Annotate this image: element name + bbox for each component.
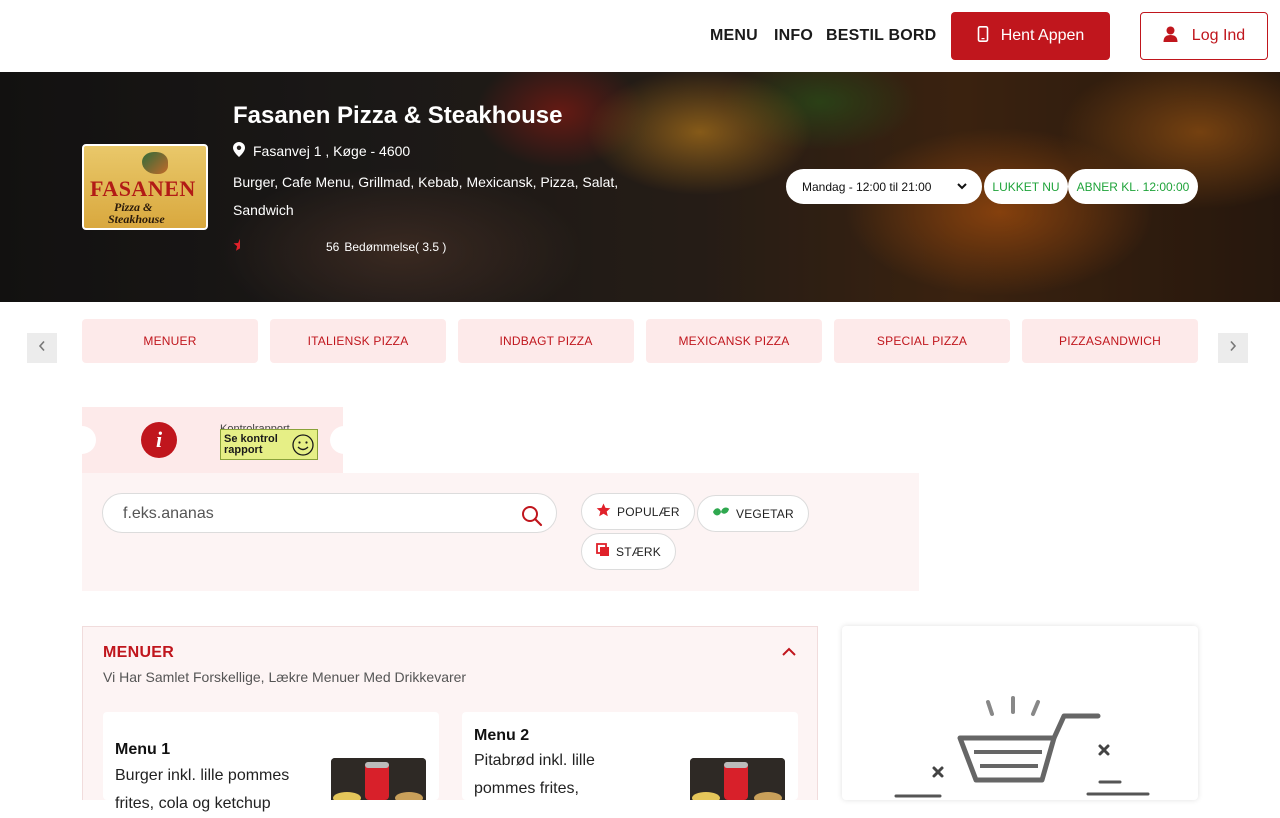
restaurant-address: Fasanvej 1 , Køge - 4600 [233,142,410,160]
filter-vegetarian-button[interactable]: VEGETAR [697,495,809,532]
category-scroll-left-button[interactable] [27,333,57,363]
top-navigation-bar: MENU INFO BESTIL BORD Hent Appen Log Ind [0,0,1280,72]
info-icon[interactable]: i [141,422,177,458]
menu-item-description: Pitabrød inkl. lille pommes frites, [474,747,595,803]
category-tab-indbagt-pizza[interactable]: INDBAGT PIZZA [458,319,634,363]
review-count: 56 [326,239,340,254]
closed-now-badge: LUKKET NU [984,169,1068,204]
address-text: Fasanvej 1 , Køge - 4600 [253,143,411,159]
opening-hours-select[interactable]: Mandag - 12:00 til 21:00 [786,169,982,204]
login-button[interactable]: Log Ind [1140,12,1268,60]
restaurant-logo: FASANEN Pizza & Steakhouse [82,144,208,230]
rating-label: Bedømmelse( 3.5 ) [344,239,447,254]
category-tab-italiensk-pizza[interactable]: ITALIENSK PIZZA [270,319,446,363]
filter-vegetarian-label: VEGETAR [736,506,794,521]
kontrol-badge-line2: rapport [224,443,263,456]
restaurant-name: Fasanen Pizza & Steakhouse [233,102,563,129]
rating-stars [233,238,326,255]
nav-info-link[interactable]: INFO [774,27,813,45]
logo-text-sub2: Steakhouse [108,212,165,226]
mobile-phone-icon [977,25,989,47]
opening-hours-value: Mandag - 12:00 til 21:00 [802,179,932,194]
nav-menu-link[interactable]: MENU [710,27,758,45]
nav-book-table-link[interactable]: BESTIL BORD [826,27,936,45]
menu-item-description-line1: Burger inkl. lille pommes [115,767,290,784]
menu-item-description-line2: frites, cola og ketchup [115,795,271,812]
search-field[interactable] [102,493,557,533]
shopping-cart-panel [842,626,1198,800]
menu-section-title: MENUER [103,644,175,661]
filter-popular-button[interactable]: POPULÆR [581,493,695,530]
search-icon[interactable] [521,505,543,532]
empty-cart-icon [892,694,1152,805]
chili-icon [596,543,610,560]
menu-item-description: Burger inkl. lille pommes frites, cola o… [115,762,289,818]
login-label: Log Ind [1191,27,1246,44]
leaf-icon [712,506,730,521]
cuisine-list: Burger, Cafe Menu, Grillmad, Kebab, Mexi… [233,174,619,218]
opens-at-badge: ABNER KL. 12:00:00 [1068,169,1198,204]
menu-item-card[interactable]: Menu 2 Pitabrød inkl. lille pommes frite… [462,712,798,800]
chevron-right-icon [1229,339,1237,357]
menu-item-description-line1: Pitabrød inkl. lille [474,752,595,769]
smiley-icon [291,433,315,460]
get-app-button[interactable]: Hent Appen [951,12,1110,60]
category-tab-pizzasandwich[interactable]: PIZZASANDWICH [1022,319,1198,363]
half-star-icon [233,238,240,251]
logo-text-main: FASANEN [90,176,196,201]
category-tab-special-pizza[interactable]: SPECIAL PIZZA [834,319,1010,363]
kontrolrapport-badge[interactable]: Se kontrol rapport [220,429,318,460]
map-pin-icon [233,142,245,160]
category-tab-mexicansk-pizza[interactable]: MEXICANSK PIZZA [646,319,822,363]
chevron-up-icon[interactable] [780,643,798,666]
menu-item-image [331,758,426,800]
menu-item-name: Menu 2 [474,727,530,744]
chevron-left-icon [38,339,46,357]
kontrol-badge-line1: Se kontrol [224,432,278,445]
filter-spicy-button[interactable]: STÆRK [581,533,677,570]
category-scroll-right-button[interactable] [1218,333,1248,363]
menu-section-description: Vi Har Samlet Forskellige, Lækre Menuer … [103,669,467,685]
menu-item-name: Menu 1 [115,741,171,758]
menu-item-description-line2: pommes frites, [474,780,579,797]
chevron-down-icon [956,179,968,196]
user-icon [1163,26,1178,47]
get-app-label: Hent Appen [1000,27,1085,44]
star-icon [596,503,611,520]
search-input[interactable] [123,503,503,525]
restaurant-hero-banner: FASANEN Pizza & Steakhouse Fasanen Pizza… [0,72,1280,302]
rating-row: 56 Bedømmelse( 3.5 ) [233,238,446,255]
menu-item-card[interactable]: Menu 1 Burger inkl. lille pommes frites,… [103,712,439,812]
menu-item-image [690,758,785,800]
pheasant-logo-icon [142,152,168,174]
filter-spicy-label: STÆRK [616,544,662,559]
filter-popular-label: POPULÆR [617,504,680,519]
category-tab-menuer[interactable]: MENUER [82,319,258,363]
